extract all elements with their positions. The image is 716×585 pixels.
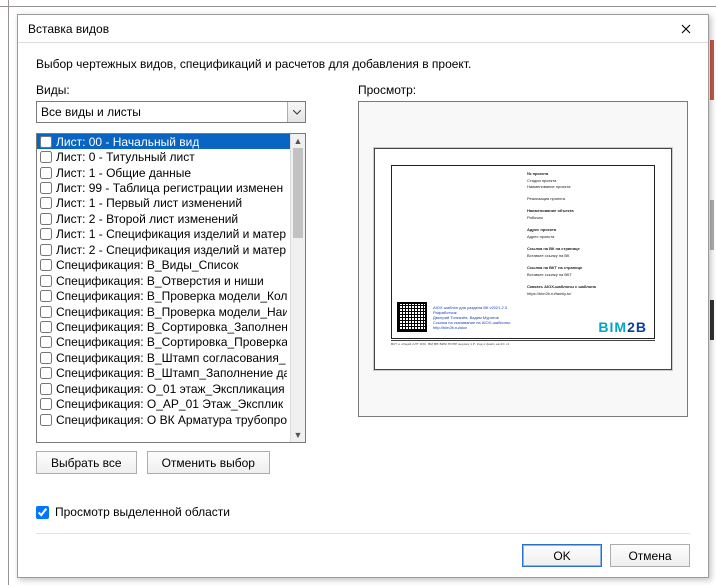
preview-label: Просмотр: xyxy=(358,83,690,97)
list-item[interactable]: Лист: 00 - Начальный вид xyxy=(37,134,290,149)
select-all-button[interactable]: Выбрать все xyxy=(36,451,137,474)
list-item-checkbox[interactable] xyxy=(40,197,52,209)
list-item[interactable]: Спецификация: В_Штамп согласования_ xyxy=(37,350,290,365)
list-item[interactable]: Спецификация: О_01 этаж_Экспликация xyxy=(37,381,290,396)
list-item-checkbox[interactable] xyxy=(40,213,52,225)
views-filter-dropdown[interactable]: Все виды и листы xyxy=(36,101,306,123)
window-title: Вставка видов xyxy=(28,22,664,36)
list-item-checkbox[interactable] xyxy=(40,398,52,410)
ok-button[interactable]: OK xyxy=(522,544,602,567)
list-item-label: Спецификация: В_Штамп_Заполнение да xyxy=(56,366,287,380)
list-item[interactable]: Лист: 99 - Таблица регистрации изменен xyxy=(37,180,290,195)
list-item[interactable]: Спецификация: В_Отверстия и ниши xyxy=(37,273,290,288)
list-item-label: Лист: 0 - Титульный лист xyxy=(56,150,195,164)
list-item-label: Спецификация: О_01 этаж_Экспликация xyxy=(56,382,285,396)
list-item[interactable]: Спецификация: О ВК Арматура трубопро xyxy=(37,412,290,427)
sheet-line: AIOX шаблон для раздела ВК v2021.2.3 xyxy=(433,305,511,310)
list-item-label: Спецификация: В_Отверстия и ниши xyxy=(56,274,264,288)
list-item[interactable]: Лист: 1 - Общие данные xyxy=(37,165,290,180)
list-item[interactable]: Лист: 1 - Первый лист изменений xyxy=(37,196,290,211)
list-item-label: Спецификация: О ВК Арматура трубопро xyxy=(56,413,287,427)
list-item-label: Лист: 1 - Общие данные xyxy=(56,166,191,180)
list-item-label: Лист: 1 - Первый лист изменений xyxy=(56,196,242,210)
list-item-checkbox[interactable] xyxy=(40,290,52,302)
qr-code-icon xyxy=(397,302,427,332)
list-item-label: Лист: 00 - Начальный вид xyxy=(56,135,199,149)
deselect-all-label: Отменить выбор xyxy=(162,456,255,470)
deselect-all-button[interactable]: Отменить выбор xyxy=(147,451,270,474)
close-button[interactable] xyxy=(664,15,708,43)
list-item-checkbox[interactable] xyxy=(40,182,52,194)
list-item[interactable]: Лист: 2 - Спецификация изделий и матер xyxy=(37,242,290,257)
list-item[interactable]: Спецификация: О_АР_01 Этаж_Эксплик xyxy=(37,396,290,411)
dialog-insert-views: Вставка видов Выбор чертежных видов, спе… xyxy=(17,14,709,578)
list-item-checkbox[interactable] xyxy=(40,321,52,333)
list-item[interactable]: Спецификация: В_Сортировка_Заполнен xyxy=(37,319,290,334)
list-item-label: Лист: 2 - Спецификация изделий и матер xyxy=(56,243,286,257)
views-label: Виды: xyxy=(36,83,336,97)
ok-label: OK xyxy=(553,549,570,563)
list-item-checkbox[interactable] xyxy=(40,228,52,240)
scroll-up-icon[interactable]: ▲ xyxy=(291,134,305,148)
list-item-checkbox[interactable] xyxy=(40,306,52,318)
instruction-text: Выбор чертежных видов, спецификаций и ра… xyxy=(36,57,690,71)
close-icon xyxy=(681,24,691,34)
scroll-down-icon[interactable]: ▼ xyxy=(291,428,305,442)
list-item-label: Спецификация: В_Виды_Список xyxy=(56,258,239,272)
list-item[interactable]: Лист: 2 - Второй лист изменений xyxy=(37,211,290,226)
titlebar: Вставка видов xyxy=(18,15,708,43)
bim2b-logo: BIM2B xyxy=(598,319,647,335)
list-item-label: Спецификация: В_Проверка модели_Наи xyxy=(56,305,287,319)
list-item-checkbox[interactable] xyxy=(40,275,52,287)
sheet-thumbnail: № проектаСтадия проектаНаименование прое… xyxy=(374,148,672,370)
scroll-thumb[interactable] xyxy=(293,148,303,238)
preview-pane: № проектаСтадия проектаНаименование прое… xyxy=(358,101,688,417)
list-item-label: Лист: 99 - Таблица регистрации изменен xyxy=(56,181,283,195)
list-item-label: Спецификация: О_АР_01 Этаж_Эксплик xyxy=(56,397,283,411)
list-item[interactable]: Спецификация: В_Проверка модели_Кол xyxy=(37,288,290,303)
sheet-line: http://bim2b.ru/aiox xyxy=(433,325,511,330)
list-item-label: Лист: 2 - Второй лист изменений xyxy=(56,212,238,226)
list-item-checkbox[interactable] xyxy=(40,383,52,395)
preview-selection-label: Просмотр выделенной области xyxy=(55,505,230,519)
list-item-checkbox[interactable] xyxy=(40,259,52,271)
sheet-line: Ссылка на скачивание на AIOX-шаблоны: xyxy=(433,320,511,325)
list-item-label: Спецификация: В_Сортировка_Заполнен xyxy=(56,320,287,334)
list-item-label: Спецификация: В_Сортировка_Проверка xyxy=(56,335,287,349)
list-item-checkbox[interactable] xyxy=(40,167,52,179)
preview-selection-checkbox[interactable]: Просмотр выделенной области xyxy=(36,505,690,519)
list-item-checkbox[interactable] xyxy=(40,352,52,364)
list-item-label: Спецификация: В_Штамп согласования_ xyxy=(56,351,286,365)
list-item-label: Спецификация: В_Проверка модели_Кол xyxy=(56,289,287,303)
list-item-checkbox[interactable] xyxy=(40,336,52,348)
list-item-label: Лист: 1 - Спецификация изделий и матер xyxy=(56,227,286,241)
views-listbox[interactable]: Лист: 00 - Начальный видЛист: 0 - Титуль… xyxy=(36,133,306,443)
cancel-label: Отмена xyxy=(628,549,671,563)
list-item[interactable]: Спецификация: В_Виды_Список xyxy=(37,258,290,273)
select-all-label: Выбрать все xyxy=(51,456,122,470)
preview-selection-input[interactable] xyxy=(36,506,49,519)
list-item-checkbox[interactable] xyxy=(40,414,52,426)
scrollbar[interactable]: ▲ ▼ xyxy=(290,134,305,442)
list-item[interactable]: Лист: 1 - Спецификация изделий и матер xyxy=(37,227,290,242)
chevron-down-icon xyxy=(287,102,305,122)
dropdown-value: Все виды и листы xyxy=(41,105,141,119)
list-item-checkbox[interactable] xyxy=(40,136,52,148)
list-item[interactable]: Спецификация: В_Проверка модели_Наи xyxy=(37,304,290,319)
list-item-checkbox[interactable] xyxy=(40,367,52,379)
list-item[interactable]: Спецификация: В_Сортировка_Проверка xyxy=(37,335,290,350)
list-item[interactable]: Спецификация: В_Штамп_Заполнение да xyxy=(37,366,290,381)
list-item[interactable]: Лист: 0 - Титульный лист xyxy=(37,149,290,164)
cancel-button[interactable]: Отмена xyxy=(610,544,690,567)
list-item-checkbox[interactable] xyxy=(40,244,52,256)
list-item-checkbox[interactable] xyxy=(40,151,52,163)
